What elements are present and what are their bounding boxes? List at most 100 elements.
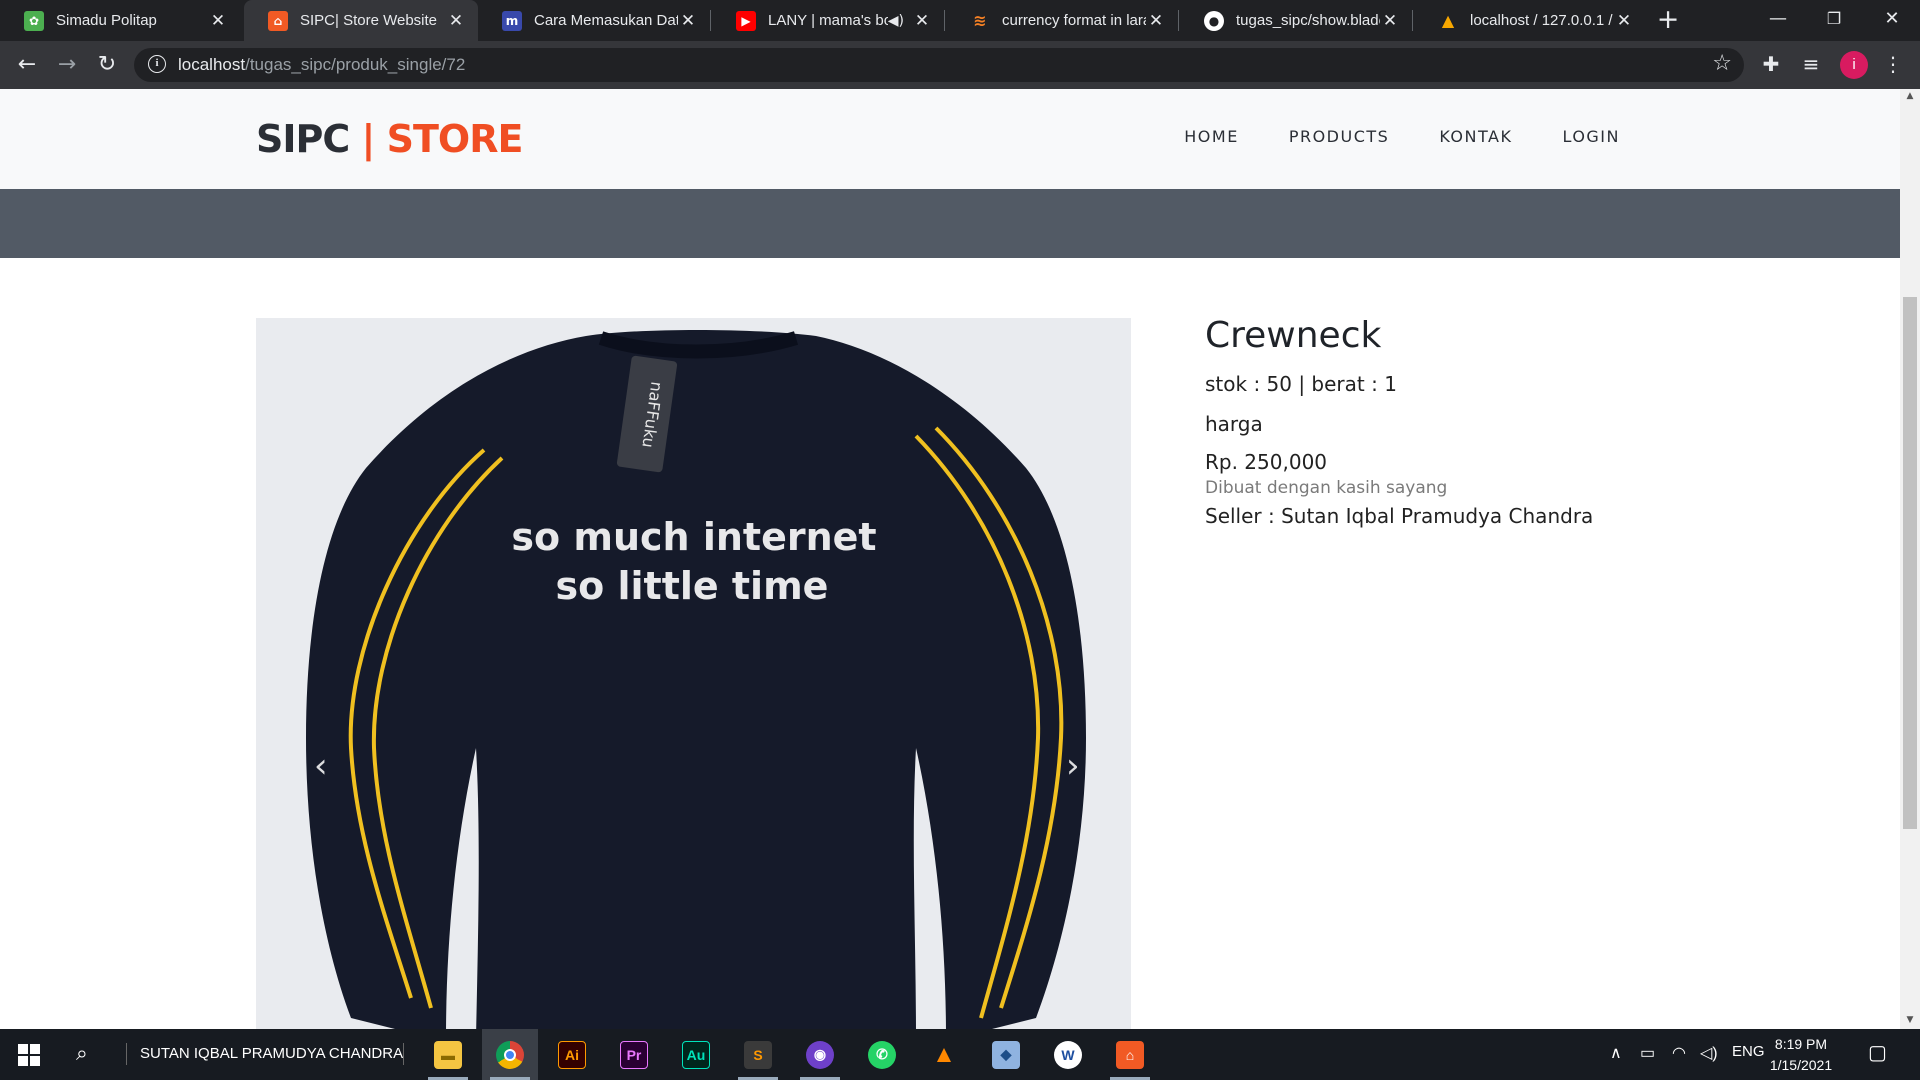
crewneck-photo: naFFuku so much internet so little time bbox=[256, 318, 1131, 1029]
logo-text-store: STORE bbox=[386, 117, 524, 161]
url-text[interactable]: localhost/tugas_sipc/produk_single/72 bbox=[178, 55, 465, 75]
page-banner bbox=[0, 189, 1900, 258]
reload-button[interactable]: ↻ bbox=[92, 50, 122, 80]
site-info-icon[interactable]: i bbox=[148, 55, 166, 73]
stackoverflow-favicon-icon: ≋ bbox=[973, 11, 987, 30]
word-app-icon: W bbox=[1054, 1040, 1082, 1069]
tab-divider bbox=[710, 10, 711, 31]
wifi-icon[interactable]: ◠ bbox=[1672, 1043, 1686, 1063]
scroll-down-icon[interactable]: ▼ bbox=[1904, 1015, 1916, 1025]
forward-button[interactable]: → bbox=[52, 50, 82, 80]
product-image-carousel[interactable]: naFFuku so much internet so little time … bbox=[256, 318, 1131, 1029]
taskbar-illustrator[interactable]: Ai bbox=[544, 1029, 600, 1080]
logo-separator: | bbox=[361, 117, 375, 161]
product-note: Dibuat dengan kasih sayang bbox=[1205, 478, 1448, 498]
minimize-button[interactable]: — bbox=[1750, 0, 1806, 41]
close-tab-icon[interactable]: ✕ bbox=[1146, 11, 1166, 31]
sublime-text-icon: S bbox=[744, 1040, 772, 1069]
close-tab-icon[interactable]: ✕ bbox=[446, 11, 466, 31]
tab-title: tugas_sipc/show.blade bbox=[1236, 12, 1380, 29]
seller-name: Seller : Sutan Iqbal Pramudya Chandra bbox=[1205, 504, 1594, 528]
taskbar-divider bbox=[126, 1043, 127, 1065]
browser-tab[interactable]: ≋ currency format in lara ✕ bbox=[946, 0, 1178, 41]
browser-tab[interactable]: m Cara Memasukan Data ✕ bbox=[478, 0, 710, 41]
site-header: SIPC | STORE HOME PRODUCTS KONTAK LOGIN bbox=[0, 89, 1900, 189]
nav-home[interactable]: HOME bbox=[1184, 127, 1239, 146]
youtube-favicon-icon: ▶ bbox=[736, 10, 756, 31]
taskbar-chrome[interactable] bbox=[482, 1029, 538, 1080]
scroll-thumb[interactable] bbox=[1903, 297, 1917, 829]
volume-icon[interactable]: ◁) bbox=[1700, 1043, 1718, 1063]
nav-products[interactable]: PRODUCTS bbox=[1289, 127, 1390, 146]
taskbar-clock[interactable]: 8:19 PM 1/15/2021 bbox=[1764, 1034, 1838, 1076]
profile-avatar[interactable]: i bbox=[1840, 51, 1868, 79]
close-tab-icon[interactable]: ✕ bbox=[1614, 11, 1634, 31]
phpmyadmin-favicon-icon: ▲ bbox=[1441, 11, 1455, 30]
language-indicator[interactable]: ENG bbox=[1732, 1043, 1765, 1060]
price-label: harga bbox=[1205, 412, 1263, 436]
taskbar-file-explorer[interactable]: ▬ bbox=[420, 1029, 476, 1080]
nav-login[interactable]: LOGIN bbox=[1562, 127, 1620, 146]
chrome-icon bbox=[496, 1040, 524, 1069]
taskbar-xampp[interactable]: ⌂ bbox=[1102, 1029, 1158, 1080]
taskbar-virtualbox[interactable]: ◆ bbox=[978, 1029, 1034, 1080]
tab-title: Simadu Politap bbox=[56, 12, 157, 29]
clock-date: 1/15/2021 bbox=[1769, 1057, 1833, 1073]
scroll-up-icon[interactable]: ▲ bbox=[1904, 91, 1916, 101]
github-favicon-icon: ● bbox=[1204, 10, 1224, 31]
tab-title: SIPC| Store Website bbox=[300, 12, 438, 29]
taskbar-premiere[interactable]: Pr bbox=[606, 1029, 662, 1080]
whatsapp-icon: ✆ bbox=[868, 1040, 896, 1069]
premiere-icon: Pr bbox=[620, 1040, 648, 1069]
xampp-icon: ⌂ bbox=[1116, 1040, 1144, 1069]
store-favicon-icon: ⌂ bbox=[268, 10, 288, 31]
taskbar-github[interactable]: ◉ bbox=[792, 1029, 848, 1080]
browser-tab[interactable]: ▶ LANY | mama's boy ◀) ✕ bbox=[712, 0, 944, 41]
bookmark-star-icon[interactable]: ☆ bbox=[1712, 51, 1732, 76]
taskbar-sublime[interactable]: S bbox=[730, 1029, 786, 1080]
carousel-next-icon[interactable]: › bbox=[1066, 746, 1080, 786]
m-favicon-icon: m bbox=[502, 10, 522, 31]
extensions-icon[interactable]: ✚ bbox=[1758, 52, 1784, 76]
taskbar-whatsapp[interactable]: ✆ bbox=[854, 1029, 910, 1080]
page-scrollbar[interactable]: ▲ ▼ bbox=[1900, 89, 1920, 1029]
windows-start-icon[interactable] bbox=[18, 1044, 40, 1070]
windows-taskbar: ⌕ SUTAN IQBAL PRAMUDYA CHANDRA ▬ Ai Pr A… bbox=[0, 1029, 1920, 1080]
close-tab-icon[interactable]: ✕ bbox=[912, 11, 932, 31]
browser-tab-active[interactable]: ⌂ SIPC| Store Website ✕ bbox=[244, 0, 478, 41]
tab-title: Cara Memasukan Data bbox=[534, 12, 678, 29]
close-tab-icon[interactable]: ✕ bbox=[208, 11, 228, 31]
notifications-icon[interactable]: ▢ bbox=[1868, 1040, 1887, 1065]
media-control-icon[interactable]: ≡ bbox=[1798, 52, 1824, 76]
restore-button[interactable]: ❐ bbox=[1806, 0, 1862, 41]
tab-title: currency format in lara bbox=[1002, 12, 1146, 29]
new-tab-button[interactable]: + bbox=[1652, 4, 1684, 36]
browser-tab[interactable]: ● tugas_sipc/show.blade ✕ bbox=[1180, 0, 1412, 41]
back-button[interactable]: ← bbox=[12, 50, 42, 80]
battery-icon[interactable]: ▭ bbox=[1640, 1043, 1655, 1063]
taskbar-audition[interactable]: Au bbox=[668, 1029, 724, 1080]
tray-chevron-icon[interactable]: ∧ bbox=[1610, 1043, 1622, 1063]
tab-divider bbox=[1178, 10, 1179, 31]
browser-tab[interactable]: ✿ Simadu Politap ✕ bbox=[0, 0, 240, 41]
site-logo[interactable]: SIPC | STORE bbox=[256, 117, 524, 161]
simadu-favicon-icon: ✿ bbox=[24, 10, 44, 31]
product-price: Rp. 250,000 bbox=[1205, 450, 1328, 474]
page-viewport: SIPC | STORE HOME PRODUCTS KONTAK LOGIN … bbox=[0, 89, 1920, 1029]
browser-tab[interactable]: ▲ localhost / 127.0.0.1 / t ✕ bbox=[1414, 0, 1646, 41]
carousel-prev-icon[interactable]: ‹ bbox=[314, 746, 328, 786]
logo-text-sipc: SIPC bbox=[256, 117, 350, 161]
taskbar-vlc[interactable]: ▲ bbox=[916, 1029, 972, 1080]
nav-kontak[interactable]: KONTAK bbox=[1439, 127, 1512, 146]
close-window-button[interactable]: ✕ bbox=[1864, 0, 1920, 41]
taskbar-user-label[interactable]: SUTAN IQBAL PRAMUDYA CHANDRA bbox=[140, 1045, 403, 1062]
taskbar-word-app[interactable]: W bbox=[1040, 1029, 1096, 1080]
tab-divider bbox=[944, 10, 945, 31]
audio-playing-icon[interactable]: ◀) bbox=[888, 13, 904, 29]
address-bar[interactable]: i localhost/tugas_sipc/produk_single/72 … bbox=[134, 48, 1744, 82]
close-tab-icon[interactable]: ✕ bbox=[678, 11, 698, 31]
search-icon[interactable]: ⌕ bbox=[76, 1041, 88, 1066]
close-tab-icon[interactable]: ✕ bbox=[1380, 11, 1400, 31]
menu-kebab-icon[interactable]: ⋮ bbox=[1880, 52, 1906, 76]
product-title: Crewneck bbox=[1205, 315, 1382, 356]
